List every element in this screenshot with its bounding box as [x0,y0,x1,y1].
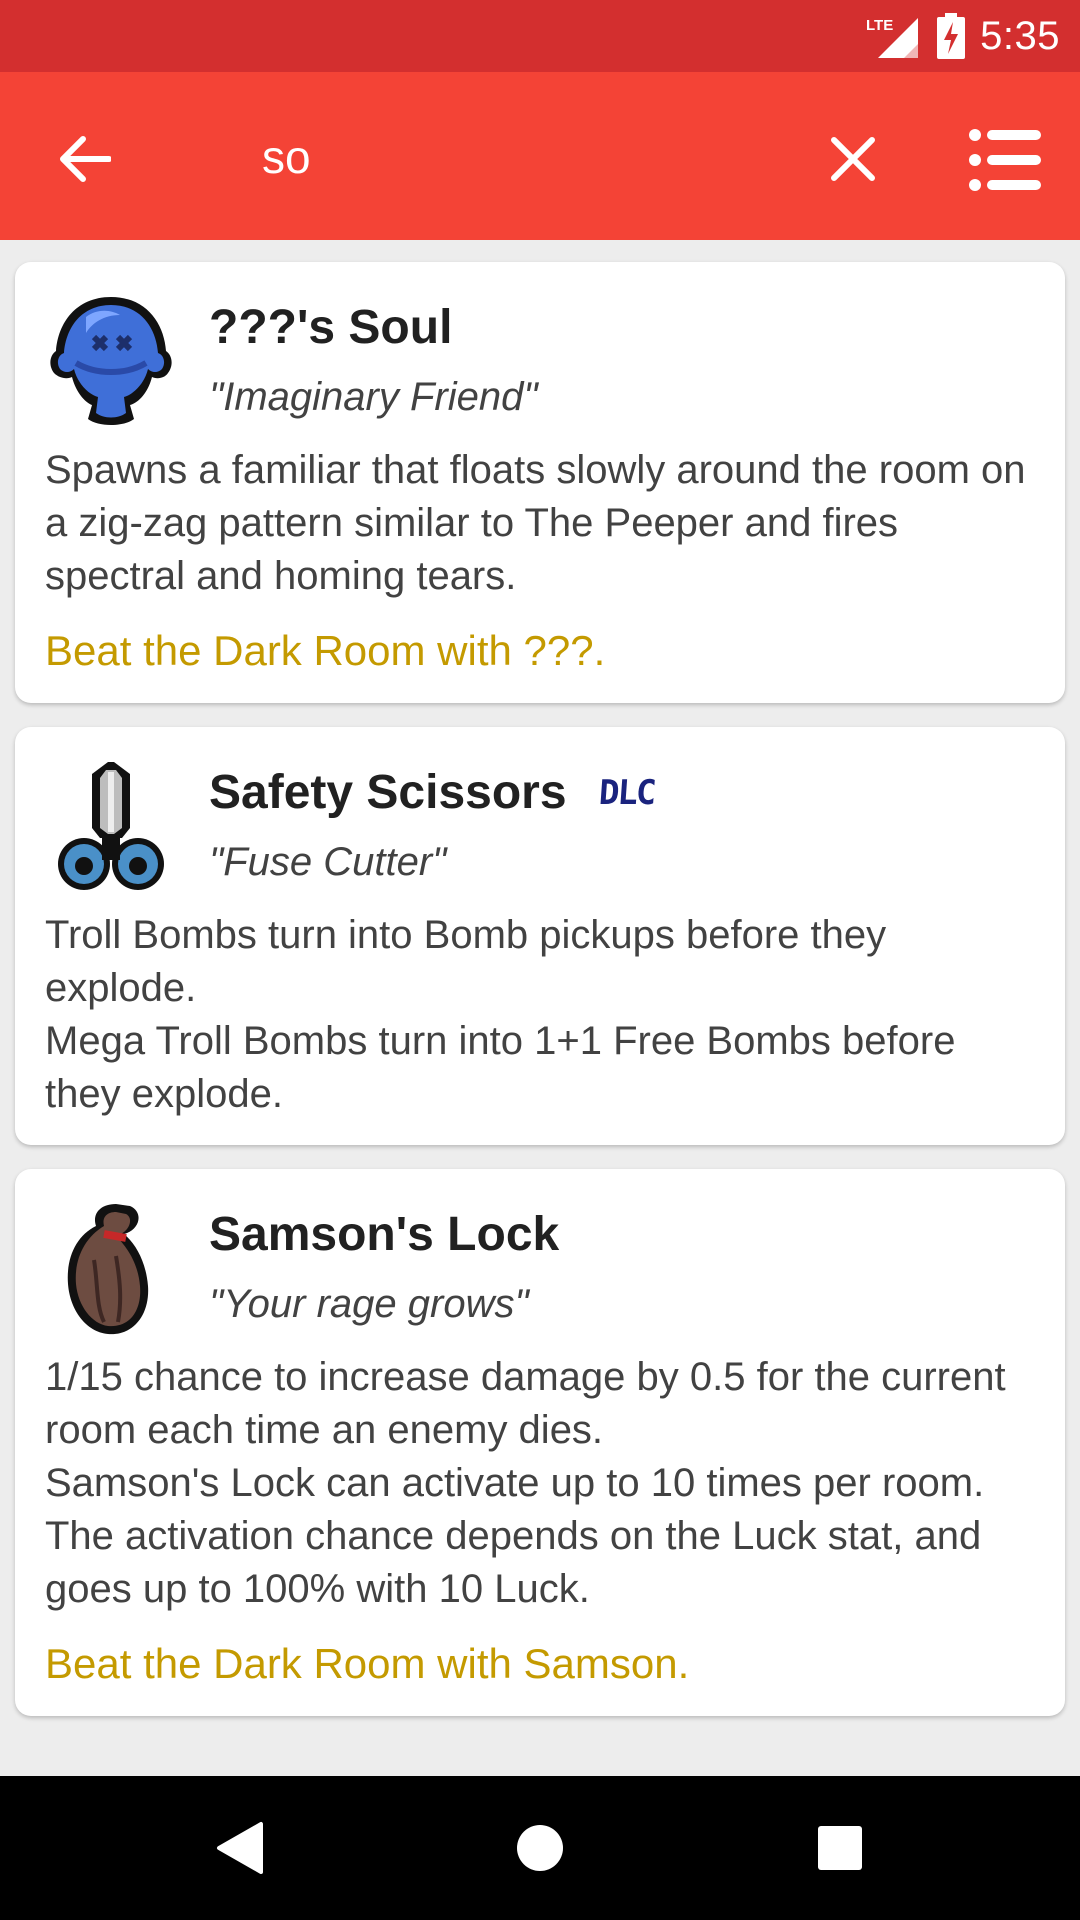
status-time: 5:35 [980,13,1060,58]
item-description: Spawns a familiar that floats slowly aro… [45,444,1035,603]
system-nav-bar [0,1776,1080,1920]
card-titles: Safety Scissors DLC "Fuse Cutter" [209,757,656,895]
description-line: 1/15 chance to increase damage by 0.5 fo… [45,1355,1006,1452]
battery-charging-icon [936,13,966,59]
blue-soul-sprite-icon [45,292,177,432]
lte-signal-icon: LTE [866,14,922,58]
description-line: Mega Troll Bombs turn into 1+1 Free Bomb… [45,1019,956,1116]
item-name: Samson's Lock [209,1208,560,1261]
close-icon [831,137,875,181]
description-line: Samson's Lock can activate up to 10 time… [45,1461,985,1505]
unlock-condition: Beat the Dark Room with Samson. [45,1640,690,1687]
list-menu-icon [969,129,1041,191]
card-titles: Samson's Lock "Your rage grows" [209,1199,559,1337]
status-icons: LTE 5:35 [866,0,1060,72]
description-line: The activation chance depends on the Luc… [45,1514,982,1611]
search-input[interactable] [262,122,782,192]
card-titles: ???'s Soul "Imaginary Friend" [209,292,538,430]
title-row: Safety Scissors DLC [209,761,656,825]
item-quote: "Your rage grows" [209,1282,529,1326]
back-button[interactable] [50,124,120,194]
item-list: ???'s Soul "Imaginary Friend" Spawns a f… [15,262,1065,1740]
item-card-soul[interactable]: ???'s Soul "Imaginary Friend" Spawns a f… [15,262,1065,703]
item-quote: "Fuse Cutter" [209,840,447,884]
nav-recents-button[interactable] [800,1808,880,1888]
item-card-samsons-lock[interactable]: Samson's Lock "Your rage grows" 1/15 cha… [15,1169,1065,1716]
nav-back-triangle-icon [217,1822,263,1874]
title-row: Samson's Lock [209,1203,559,1267]
dlc-badge: DLC [597,773,656,813]
unlock-condition: Beat the Dark Room with ???. [45,627,606,674]
item-name: Safety Scissors [209,766,567,819]
status-bar: LTE 5:35 [0,0,1080,72]
nav-back-button[interactable] [200,1808,280,1888]
hair-lock-sprite-icon [45,1199,177,1339]
nav-recents-square-icon [818,1826,862,1870]
item-description: 1/15 chance to increase damage by 0.5 fo… [45,1351,1035,1616]
title-row: ???'s Soul [209,296,538,360]
nav-home-button[interactable] [500,1808,580,1888]
card-header: Safety Scissors DLC "Fuse Cutter" [45,757,1035,897]
description-line: Troll Bombs turn into Bomb pickups befor… [45,913,887,1010]
arrow-back-icon [60,136,111,182]
card-header: ???'s Soul "Imaginary Friend" [45,292,1035,432]
item-card-scissors[interactable]: Safety Scissors DLC "Fuse Cutter" Troll … [15,727,1065,1145]
scissors-sprite-icon [45,757,177,897]
card-header: Samson's Lock "Your rage grows" [45,1199,1035,1339]
item-name: ???'s Soul [209,301,453,354]
clear-search-button[interactable] [818,124,888,194]
app-bar [0,72,1080,240]
item-description: Troll Bombs turn into Bomb pickups befor… [45,909,1035,1121]
svg-text:LTE: LTE [866,17,893,34]
item-quote: "Imaginary Friend" [209,375,538,419]
list-menu-button[interactable] [965,120,1045,200]
nav-home-circle-icon [517,1825,563,1871]
description-line: Spawns a familiar that floats slowly aro… [45,448,1026,598]
